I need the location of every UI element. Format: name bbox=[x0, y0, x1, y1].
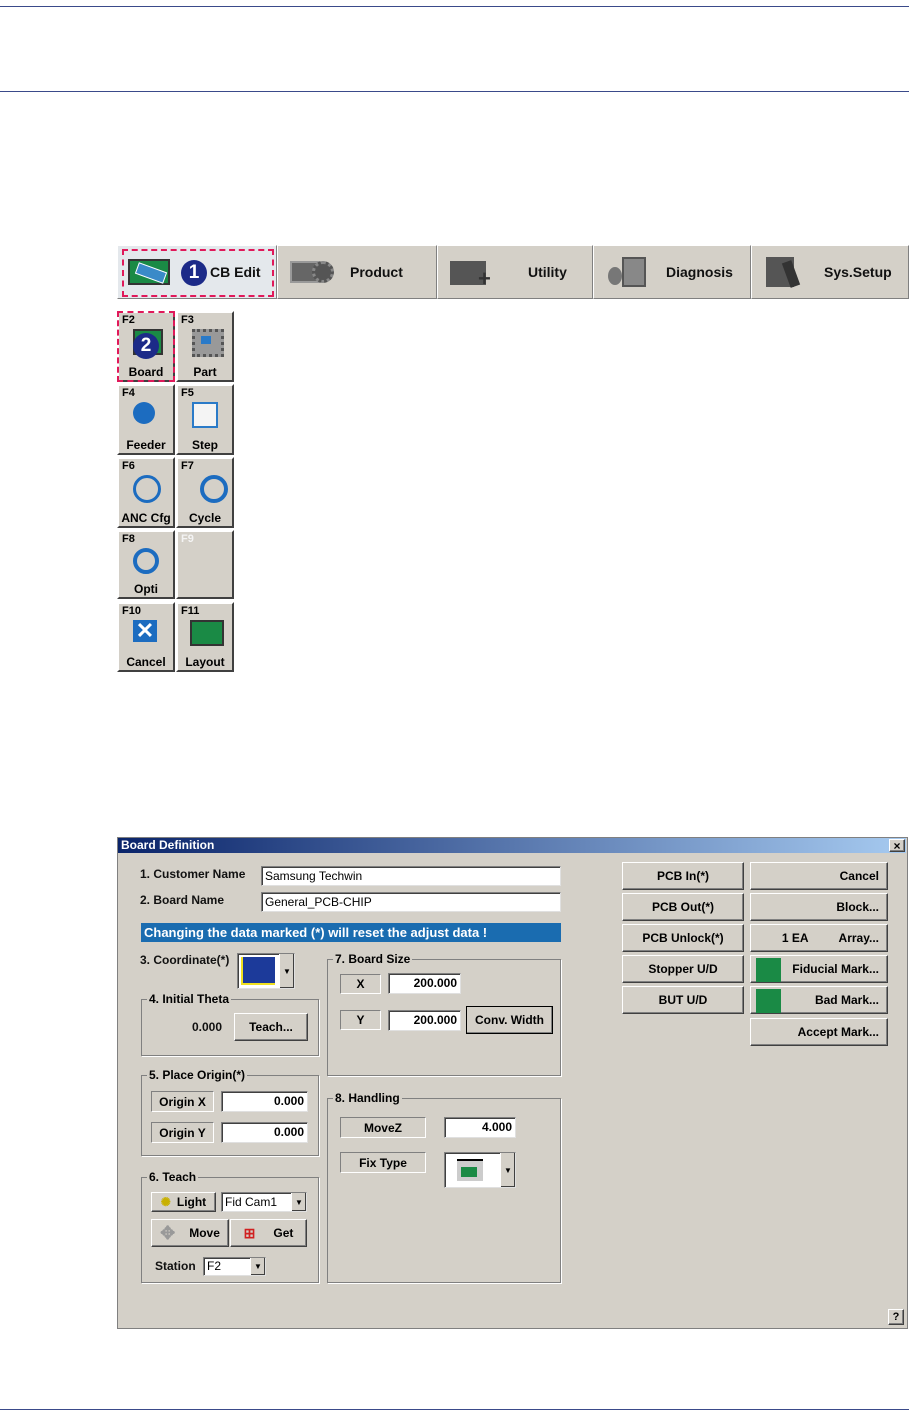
fkey-cycle[interactable]: F7 Cycle bbox=[176, 457, 234, 528]
origin-y-input[interactable]: 0.000 bbox=[221, 1122, 308, 1143]
tab-pcb-edit[interactable]: CB Edit 1 bbox=[117, 245, 277, 299]
dialog-title: Board Definition bbox=[118, 838, 906, 853]
close-button[interactable]: × bbox=[889, 839, 905, 853]
chevron-down-icon: ▼ bbox=[279, 954, 294, 988]
close-x-icon: ✕ bbox=[133, 620, 157, 642]
coordinate-select[interactable]: ▼ bbox=[237, 953, 295, 989]
fkey-part[interactable]: F3 Part bbox=[176, 311, 234, 382]
pcb-in-button[interactable]: PCB In(*) bbox=[622, 862, 744, 890]
optimize-icon bbox=[133, 548, 159, 574]
move-arrows-icon: ✥ bbox=[160, 1222, 176, 1243]
chevron-down-icon: ▼ bbox=[291, 1193, 306, 1211]
bad-mark-swatch bbox=[756, 989, 781, 1013]
origin-y-label: Origin Y bbox=[151, 1122, 214, 1143]
magnifier-cycle-icon bbox=[200, 475, 228, 503]
origin-x-label: Origin X bbox=[151, 1091, 214, 1112]
fix-type-icon bbox=[457, 1159, 483, 1181]
station-select[interactable]: F2 ▼ bbox=[203, 1257, 266, 1276]
but-ud-button[interactable]: BUT U/D bbox=[622, 986, 744, 1014]
fiducial-mark-swatch bbox=[756, 958, 781, 982]
header-rule bbox=[0, 91, 909, 92]
fkey-opti[interactable]: F8 Opti bbox=[117, 530, 175, 599]
bad-mark-button[interactable]: Bad Mark... bbox=[750, 986, 888, 1014]
pcb-out-button[interactable]: PCB Out(*) bbox=[622, 893, 744, 921]
board-size-x-input[interactable]: 200.000 bbox=[388, 973, 461, 994]
tab-product[interactable]: Product bbox=[276, 245, 437, 299]
fix-type-label: Fix Type bbox=[340, 1152, 426, 1173]
checklist-icon bbox=[192, 402, 218, 428]
tab-utility[interactable]: + Utility bbox=[436, 245, 593, 299]
fkey-board[interactable]: F2 Board 2 bbox=[117, 311, 175, 382]
fkey-anc-cfg[interactable]: F6 ANC Cfg bbox=[117, 457, 175, 528]
coordinate-label: 3. Coordinate(*) bbox=[140, 953, 230, 967]
board-size-y-label: Y bbox=[340, 1010, 381, 1030]
customer-name-label: 1. Customer Name bbox=[140, 867, 246, 881]
anc-config-icon bbox=[133, 475, 161, 503]
origin-x-input[interactable]: 0.000 bbox=[221, 1091, 308, 1112]
movez-label: MoveZ bbox=[340, 1117, 426, 1138]
fkey-feeder[interactable]: F4 Feeder bbox=[117, 384, 175, 455]
callout-1: 1 bbox=[181, 260, 207, 286]
feeder-icon bbox=[133, 402, 155, 424]
cancel-button[interactable]: Cancel bbox=[750, 862, 888, 890]
board-size-x-label: X bbox=[340, 974, 381, 994]
stopper-ud-button[interactable]: Stopper U/D bbox=[622, 955, 744, 983]
camera-select[interactable]: Fid Cam1 ▼ bbox=[221, 1192, 307, 1212]
initial-theta-value: 0.000 bbox=[192, 1020, 223, 1034]
tab-sys-setup[interactable]: Sys.Setup bbox=[751, 245, 909, 299]
tab-diagnosis[interactable]: Diagnosis bbox=[593, 245, 751, 299]
layout-icon bbox=[190, 620, 224, 646]
help-button[interactable]: ? bbox=[888, 1309, 904, 1325]
fix-type-select[interactable]: ▼ bbox=[444, 1152, 516, 1188]
footer-rule bbox=[0, 1409, 909, 1410]
coordinate-axis-icon bbox=[241, 957, 275, 985]
warning-banner: Changing the data marked (*) will reset … bbox=[141, 923, 561, 942]
light-button[interactable]: ✺ Light bbox=[151, 1192, 216, 1212]
get-position-icon: ⊞ bbox=[243, 1224, 256, 1241]
move-button[interactable]: ✥ Move bbox=[151, 1219, 229, 1247]
array-button[interactable]: 1 EA Array... bbox=[750, 924, 888, 952]
pcb-unlock-button[interactable]: PCB Unlock(*) bbox=[622, 924, 744, 952]
accept-mark-button[interactable]: Accept Mark... bbox=[750, 1018, 888, 1046]
customer-name-input[interactable]: Samsung Techwin bbox=[261, 866, 561, 886]
chevron-down-icon: ▼ bbox=[500, 1153, 515, 1187]
place-origin-group: 5. Place Origin(*) bbox=[141, 1068, 319, 1156]
product-gear-icon bbox=[288, 255, 336, 289]
fkey-layout[interactable]: F11 Layout bbox=[176, 602, 234, 672]
fiducial-mark-button[interactable]: Fiducial Mark... bbox=[750, 955, 888, 983]
get-button[interactable]: ⊞ Get bbox=[230, 1219, 307, 1247]
chevron-down-icon: ▼ bbox=[250, 1258, 265, 1275]
fkey-step[interactable]: F5 Step bbox=[176, 384, 234, 455]
conv-width-button[interactable]: Conv. Width bbox=[466, 1006, 553, 1034]
array-count: 1 EA bbox=[781, 931, 809, 945]
header-rule bbox=[0, 6, 909, 7]
sys-setup-icon bbox=[762, 255, 810, 289]
station-label: Station bbox=[155, 1259, 196, 1273]
chip-icon bbox=[192, 329, 224, 357]
movez-input[interactable]: 4.000 bbox=[444, 1117, 516, 1138]
main-toolbar: CB Edit 1 Product + Utility Diagnosis Sys… bbox=[117, 245, 909, 299]
teach-button[interactable]: Teach... bbox=[234, 1013, 308, 1041]
board-size-y-input[interactable]: 200.000 bbox=[388, 1010, 461, 1031]
fkey-cancel[interactable]: F10 ✕ Cancel bbox=[117, 602, 175, 672]
board-name-label: 2. Board Name bbox=[140, 893, 225, 907]
fkey-f9-disabled: F9 bbox=[176, 530, 234, 599]
diagnosis-icon bbox=[604, 255, 652, 289]
callout-2: 2 bbox=[133, 333, 159, 359]
board-name-input[interactable]: General_PCB-CHIP bbox=[261, 892, 561, 912]
block-button[interactable]: Block... bbox=[750, 893, 888, 921]
utility-folder-icon: + bbox=[448, 255, 496, 290]
light-bulb-icon: ✺ bbox=[160, 1195, 171, 1209]
